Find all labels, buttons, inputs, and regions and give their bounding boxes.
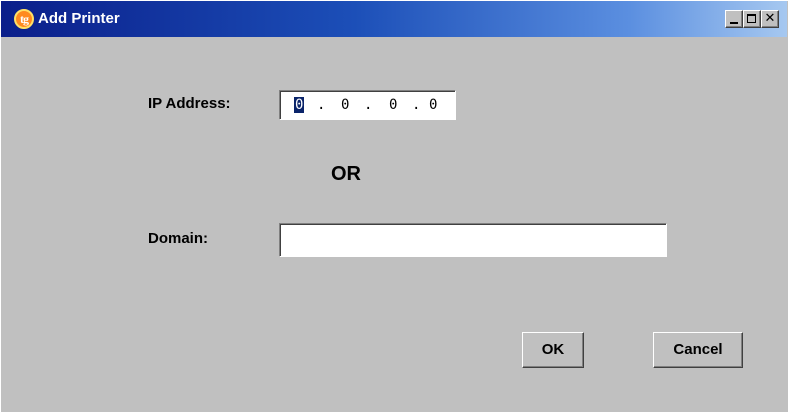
close-button[interactable]: ✕ <box>761 10 779 28</box>
domain-input[interactable] <box>279 223 667 257</box>
ip-separator-3: . <box>412 97 421 113</box>
ip-separator-1: . <box>317 97 326 113</box>
close-icon: ✕ <box>764 11 776 26</box>
title-bar[interactable]: tg Add Printer ✕ <box>1 1 787 37</box>
ip-separator-2: . <box>364 97 373 113</box>
ip-address-field[interactable]: 0 . 0 . 0 . 0 <box>279 90 456 120</box>
maximize-button[interactable] <box>743 10 761 28</box>
maximize-icon <box>747 14 756 23</box>
domain-label: Domain: <box>148 230 208 247</box>
ip-octet-2[interactable]: 0 <box>341 97 349 113</box>
cancel-button[interactable]: Cancel <box>653 332 743 368</box>
ip-address-label: IP Address: <box>148 95 231 112</box>
ip-octet-3[interactable]: 0 <box>389 97 397 113</box>
minimize-button[interactable] <box>725 10 743 28</box>
minimize-icon <box>730 22 738 24</box>
window-title: Add Printer <box>38 10 120 27</box>
add-printer-dialog: tg Add Printer ✕ IP Address: 0 . 0 . 0 .… <box>0 0 788 412</box>
ok-button[interactable]: OK <box>522 332 584 368</box>
or-separator-label: OR <box>331 163 361 185</box>
ip-octet-4[interactable]: 0 <box>429 97 437 113</box>
tg-app-icon[interactable]: tg <box>14 9 34 29</box>
ip-octet-1[interactable]: 0 <box>294 97 305 113</box>
